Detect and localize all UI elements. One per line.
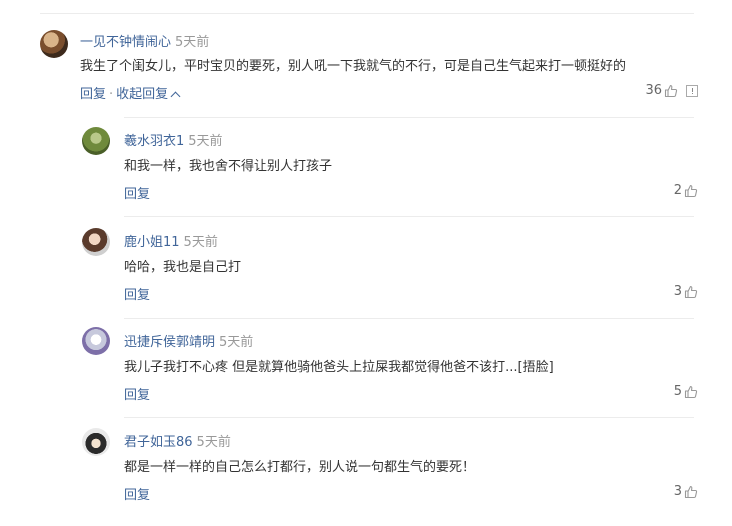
thumbs-up-icon[interactable]: [684, 184, 698, 198]
chevron-up-icon: [170, 91, 181, 102]
username[interactable]: 一见不钟情闹心: [80, 35, 171, 50]
like-area: 36: [645, 83, 698, 98]
like-count: 3: [673, 484, 682, 499]
like-area: 3: [674, 484, 698, 499]
comment-meta: 一见不钟情闹心 5天前: [80, 31, 209, 50]
reply-button[interactable]: 回复: [124, 284, 150, 303]
username[interactable]: 君子如玉86: [124, 435, 193, 450]
reply-button[interactable]: 回复: [80, 87, 106, 102]
timestamp: 5天前: [175, 35, 210, 50]
username[interactable]: 鹿小姐11: [124, 235, 180, 250]
like-count: 5: [673, 384, 682, 399]
timestamp: 5天前: [183, 235, 218, 250]
comment-text: 都是一样一样的自己怎么打都行，别人说一句都生气的要死！: [124, 460, 476, 475]
like-area: 5: [674, 384, 698, 399]
comment-text: 我儿子我打不心疼 但是就算他骑他爸头上拉屎我都觉得他爸不该打...[捂脸]: [124, 360, 554, 375]
divider: [124, 318, 694, 319]
comment-meta: 君子如玉86 5天前: [124, 431, 231, 450]
like-count: 2: [673, 183, 682, 198]
collapse-label: 收起回复: [116, 87, 169, 102]
thumbs-up-icon[interactable]: [664, 84, 678, 98]
reply-button[interactable]: 回复: [124, 183, 150, 202]
divider: [124, 117, 694, 118]
username[interactable]: 羲水羽衣1: [124, 134, 184, 149]
reply-button[interactable]: 回复: [124, 384, 150, 403]
comment-meta: 鹿小姐11 5天前: [124, 231, 218, 250]
thumbs-up-icon[interactable]: [684, 385, 698, 399]
username[interactable]: 迅捷斥侯郭靖明: [124, 335, 215, 350]
comment-meta: 迅捷斥侯郭靖明 5天前: [124, 331, 253, 350]
timestamp: 5天前: [196, 435, 231, 450]
comment-text: 我生了个闺女儿，平时宝贝的要死，别人吼一下我就气的不行，可是自己生气起来打一顿挺…: [80, 59, 627, 74]
avatar[interactable]: [40, 30, 68, 58]
top-divider: [40, 13, 694, 14]
thumbs-up-icon[interactable]: [684, 485, 698, 499]
comment-text: 和我一样，我也舍不得让别人打孩子: [124, 159, 333, 174]
comment-meta: 羲水羽衣1 5天前: [124, 130, 223, 149]
timestamp: 5天前: [219, 335, 254, 350]
like-area: 3: [674, 284, 698, 299]
avatar[interactable]: [82, 428, 110, 456]
divider: [124, 417, 694, 418]
comment-text: 哈哈，我也是自己打: [124, 260, 242, 275]
thumbs-up-icon[interactable]: [684, 285, 698, 299]
like-count: 3: [673, 284, 682, 299]
reply-button[interactable]: 回复: [124, 484, 150, 503]
like-area: 2: [674, 183, 698, 198]
avatar[interactable]: [82, 127, 110, 155]
separator: ·: [109, 87, 114, 102]
avatar[interactable]: [82, 327, 110, 355]
report-icon[interactable]: [686, 84, 698, 97]
comment-actions: 回复 · 收起回复: [80, 83, 181, 102]
collapse-replies-button[interactable]: 收起回复: [116, 87, 181, 102]
timestamp: 5天前: [188, 134, 223, 149]
divider: [124, 216, 694, 217]
like-count: 36: [645, 83, 662, 98]
avatar[interactable]: [82, 228, 110, 256]
